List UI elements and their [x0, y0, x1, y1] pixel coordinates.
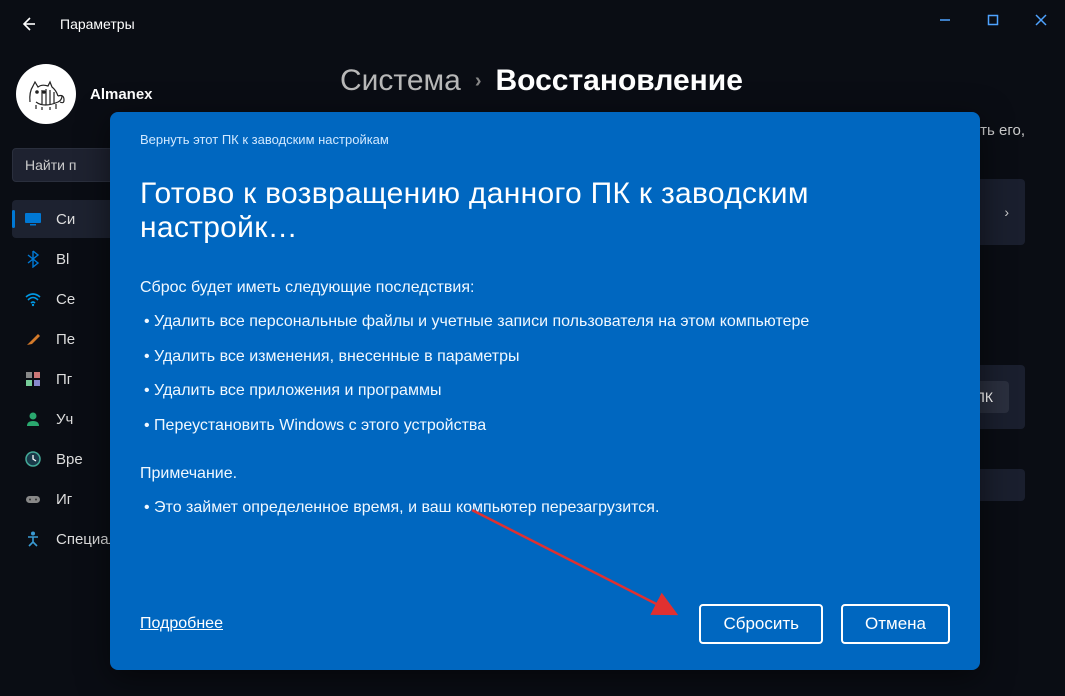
- dialog-footer: Подробнее Сбросить Отмена: [140, 604, 950, 644]
- dialog-bullet: • Переустановить Windows с этого устройс…: [144, 411, 950, 441]
- chevron-right-icon: ›: [1004, 204, 1009, 220]
- clock-icon: [24, 450, 42, 468]
- nav-label: Се: [56, 291, 75, 308]
- monitor-icon: [24, 210, 42, 228]
- reset-button[interactable]: Сбросить: [699, 604, 823, 644]
- minimize-icon: [939, 14, 951, 26]
- brush-icon: [24, 330, 42, 348]
- dialog-title: Готово к возвращению данного ПК к заводс…: [140, 177, 950, 245]
- avatar-cat-icon: [24, 72, 68, 116]
- close-button[interactable]: [1017, 0, 1065, 40]
- minimize-button[interactable]: [921, 0, 969, 40]
- bluetooth-icon: [24, 250, 42, 268]
- nav-label: Bl: [56, 251, 69, 268]
- breadcrumb-sep: ›: [475, 70, 482, 93]
- dialog-bullet: • Удалить все изменения, внесенные в пар…: [144, 342, 950, 372]
- maximize-button[interactable]: [969, 0, 1017, 40]
- dialog-lead: Сброс будет иметь следующие последствия:: [140, 273, 950, 303]
- titlebar: Параметры: [0, 0, 1065, 48]
- dialog-bullet: • Удалить все персональные файлы и учетн…: [144, 307, 950, 337]
- window-controls: [921, 0, 1065, 40]
- cancel-button[interactable]: Отмена: [841, 604, 950, 644]
- nav-label: Си: [56, 211, 75, 228]
- nav-label: Вре: [56, 451, 83, 468]
- nav-label: Пе: [56, 331, 75, 348]
- maximize-icon: [987, 14, 999, 26]
- more-link[interactable]: Подробнее: [140, 615, 223, 633]
- breadcrumb: Система › Восстановление: [340, 64, 1025, 98]
- arrow-left-icon: [20, 16, 36, 32]
- dialog-note-title: Примечание.: [140, 459, 950, 489]
- close-icon: [1035, 14, 1047, 26]
- breadcrumb-current: Восстановление: [496, 64, 743, 98]
- nav-label: Иг: [56, 491, 72, 508]
- wifi-icon: [24, 290, 42, 308]
- nav-label: Пг: [56, 371, 72, 388]
- dialog-bullet: • Удалить все приложения и программы: [144, 376, 950, 406]
- user-icon: [24, 410, 42, 428]
- app-title: Параметры: [60, 16, 135, 32]
- back-button[interactable]: [8, 4, 48, 44]
- gamepad-icon: [24, 490, 42, 508]
- nav-label: Уч: [56, 411, 73, 428]
- profile-name: Almanex: [90, 86, 153, 103]
- breadcrumb-parent[interactable]: Система: [340, 64, 461, 98]
- avatar: [16, 64, 76, 124]
- apps-icon: [24, 370, 42, 388]
- dialog-subtitle: Вернуть этот ПК к заводским настройкам: [140, 132, 950, 147]
- accessibility-icon: [24, 530, 42, 548]
- dialog-body: Сброс будет иметь следующие последствия:…: [140, 273, 950, 592]
- dialog-note-bullet: • Это займет определенное время, и ваш к…: [144, 493, 950, 523]
- reset-dialog: Вернуть этот ПК к заводским настройкам Г…: [110, 112, 980, 670]
